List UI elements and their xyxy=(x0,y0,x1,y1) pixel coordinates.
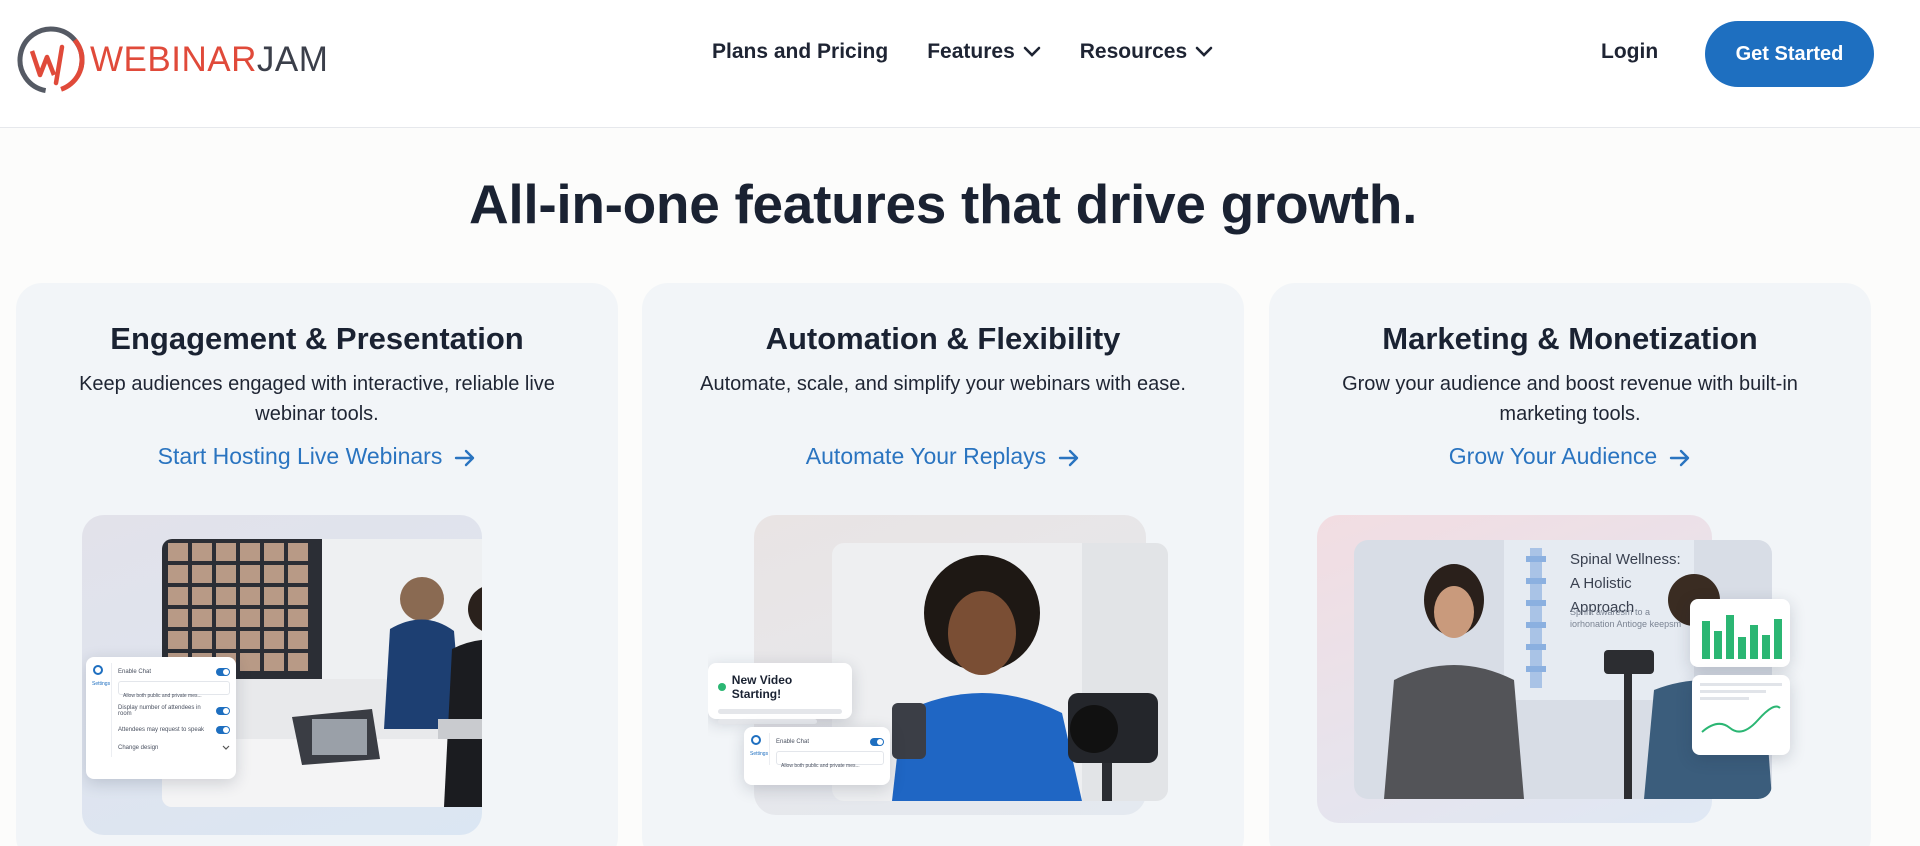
link-label: Automate Your Replays xyxy=(805,443,1047,469)
select-value: Allow both public and private mes... xyxy=(781,763,860,769)
setting-row: Display number of attendees in room xyxy=(118,701,230,721)
site-header: WEBINARJAM Plans and Pricing Features Re… xyxy=(0,0,1920,128)
arrow-right-icon xyxy=(1058,449,1079,467)
line-chart-widget xyxy=(1692,675,1790,755)
placeholder-line xyxy=(718,709,842,714)
setting-label: Display number of attendees in room xyxy=(118,705,201,717)
bar-chart-icon xyxy=(1702,615,1782,659)
automate-replays-link[interactable]: Automate Your Replays xyxy=(642,443,1244,470)
nav-item-label: Plans and Pricing xyxy=(712,40,889,63)
link-label: Start Hosting Live Webinars xyxy=(157,443,443,469)
presenter-figures xyxy=(1384,564,1772,799)
nav-item-label: Features xyxy=(927,40,1015,63)
nav-features[interactable]: Features xyxy=(927,40,1041,64)
setting-label: Enable Chat xyxy=(776,739,810,745)
new-video-notification: New Video Starting! xyxy=(708,663,852,724)
nav-plans-and-pricing[interactable]: Plans and Pricing xyxy=(712,40,888,64)
nav-item-label: Resources xyxy=(1079,40,1188,63)
setting-row: Enable Chat xyxy=(776,733,884,751)
feature-card-engagement: Engagement & Presentation Keep audiences… xyxy=(16,283,618,846)
nav-resources[interactable]: Resources xyxy=(1080,40,1213,64)
logo-text-secondary: JAM xyxy=(256,40,329,79)
settings-label: Settings xyxy=(750,751,769,757)
card-description: Automate, scale, and simplify your webin… xyxy=(700,373,1186,395)
placeholder-line xyxy=(718,719,818,724)
card-title: Engagement & Presentation xyxy=(110,321,524,356)
request-to-speak-toggle[interactable] xyxy=(216,726,230,734)
webinarjam-logo-icon xyxy=(17,26,85,94)
placeholder-line xyxy=(1700,683,1782,686)
select-value: Allow both public and private mes... xyxy=(123,693,202,699)
trend-line-icon xyxy=(1701,705,1781,733)
setting-row: Attendees may request to speak xyxy=(118,721,230,739)
gear-icon xyxy=(751,735,761,745)
chevron-down-icon xyxy=(222,745,230,750)
marketing-illustration: Spinal Wellness: A Holistic Approach Spr… xyxy=(1317,515,1837,845)
placeholder-line xyxy=(1700,690,1766,693)
chevron-down-icon xyxy=(1195,46,1213,57)
chat-settings-panel: Settings Enable Chat Allow both public a… xyxy=(744,727,890,785)
panel-sidebar: Settings xyxy=(92,663,112,757)
enable-chat-toggle[interactable] xyxy=(216,668,230,676)
attendee-count-toggle[interactable] xyxy=(216,707,230,715)
chat-settings-panel: Settings Enable Chat Allow both public a… xyxy=(86,657,236,779)
chat-mode-select[interactable]: Allow both public and private mes... xyxy=(776,751,884,769)
feature-card-automation: Automation & Flexibility Automate, scale… xyxy=(642,283,1244,846)
feature-card-marketing: Marketing & Monetization Grow your audie… xyxy=(1269,283,1871,846)
chevron-down-icon xyxy=(1023,46,1041,57)
chat-mode-select[interactable]: Allow both public and private mes... xyxy=(118,681,230,699)
page-headline: All-in-one features that drive growth. xyxy=(468,173,1418,235)
login-link[interactable]: Login xyxy=(1601,40,1658,64)
enable-chat-toggle[interactable] xyxy=(870,738,884,746)
webinarjam-logo[interactable]: WEBINARJAM xyxy=(16,25,328,95)
card-title: Marketing & Monetization xyxy=(1382,321,1758,356)
get-started-button[interactable]: Get Started xyxy=(1705,21,1874,87)
logo-wordmark: WEBINARJAM xyxy=(90,40,328,80)
bar-chart-widget xyxy=(1690,599,1790,667)
notification-text: New Video Starting! xyxy=(731,673,793,701)
presenter-photo: Spinal Wellness: A Holistic Approach Spr… xyxy=(1354,540,1772,799)
logo-text-primary: WEBINAR xyxy=(90,40,257,79)
setting-row[interactable]: Change design xyxy=(118,739,230,757)
arrow-right-icon xyxy=(455,449,475,467)
automation-illustration: New Video Starting! Settings Enable Chat… xyxy=(708,515,1178,845)
start-hosting-link[interactable]: Start Hosting Live Webinars xyxy=(16,443,618,470)
setting-label: Change design xyxy=(118,745,159,751)
gear-icon xyxy=(93,665,103,675)
panel-sidebar: Settings xyxy=(750,733,770,765)
engagement-illustration: Settings Enable Chat Allow both public a… xyxy=(82,515,482,835)
link-label: Grow Your Audience xyxy=(1448,443,1658,469)
card-description: Grow your audience and boost revenue wit… xyxy=(1342,373,1798,425)
main-nav: Plans and Pricing Features Resources xyxy=(712,40,1252,64)
grow-audience-link[interactable]: Grow Your Audience xyxy=(1269,443,1871,470)
setting-label: Attendees may request to speak xyxy=(118,727,205,733)
arrow-right-icon xyxy=(1670,449,1690,467)
settings-label: Settings xyxy=(92,681,111,687)
setting-row: Enable Chat xyxy=(118,663,230,681)
card-description: Keep audiences engaged with interactive,… xyxy=(79,373,555,425)
card-title: Automation & Flexibility xyxy=(765,321,1121,356)
live-status-dot xyxy=(718,683,726,691)
setting-label: Enable Chat xyxy=(118,669,152,675)
